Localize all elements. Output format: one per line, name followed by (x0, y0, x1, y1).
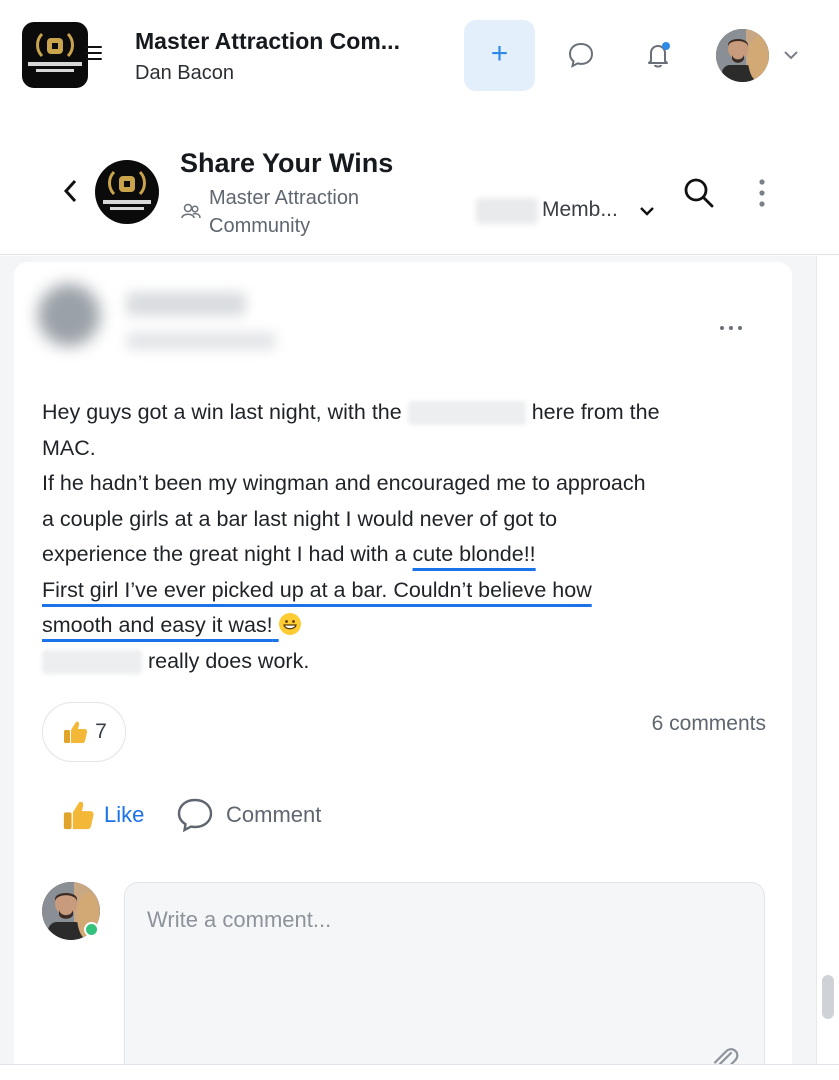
user-name: Dan Bacon (135, 62, 234, 84)
create-button[interactable]: + (464, 20, 535, 91)
community-title[interactable]: Master Attraction Com... (135, 28, 400, 55)
post-text: MAC. (42, 435, 96, 460)
chat-bubble-icon (568, 42, 594, 68)
notifications-button[interactable] (638, 35, 678, 75)
reaction-count: 7 (95, 720, 107, 743)
comment-icon (177, 798, 213, 833)
bottom-edge (0, 1064, 839, 1080)
post-card: Hey guys got a win last night, with the … (14, 262, 792, 1080)
highlighted-text: First girl I’ve ever picked up at a bar.… (42, 577, 592, 602)
comment-button[interactable]: Comment (176, 797, 321, 833)
online-status-dot (84, 922, 99, 937)
user-avatar[interactable] (716, 29, 769, 82)
user-avatar (42, 882, 100, 940)
post-text: here from the (531, 400, 660, 424)
top-bar: Master Attraction Com... Dan Bacon + (0, 0, 839, 110)
grinning-emoji-icon (278, 613, 301, 635)
hamburger-icon[interactable] (84, 46, 102, 60)
like-label: Like (104, 802, 145, 827)
scrollbar-thumb[interactable] (822, 975, 834, 1019)
comment-label: Comment (226, 802, 322, 827)
author-name-redacted (126, 292, 246, 316)
horizontal-dots-icon[interactable] (720, 322, 752, 334)
chevron-left-icon[interactable] (58, 176, 84, 206)
comment-input[interactable]: Write a comment... (124, 882, 765, 1080)
community-link[interactable]: Master Attraction Community (209, 184, 409, 240)
profile-menu-chevron-down-icon[interactable] (780, 44, 802, 66)
comments-count[interactable]: 6 comments (614, 712, 766, 736)
comment-placeholder: Write a comment... (147, 907, 332, 932)
vertical-dots-icon[interactable] (752, 176, 772, 210)
group-header: Share Your Wins Master Attraction Commun… (0, 110, 839, 255)
feed: Hey guys got a win last night, with the … (0, 256, 839, 1080)
reaction-summary[interactable]: 7 (42, 702, 126, 762)
bell-icon (648, 42, 670, 68)
highlighted-text: smooth and easy it was! (42, 613, 273, 637)
community-logo[interactable] (22, 22, 88, 88)
highlighted-text: cute blonde!! (412, 542, 536, 566)
redacted-text (42, 649, 142, 674)
laurel-logo-icon (28, 32, 82, 72)
post-body: Hey guys got a win last night, with the … (42, 395, 772, 679)
post-text: really does work. (147, 648, 310, 673)
profile-photo (716, 29, 769, 82)
laurel-logo-icon (103, 170, 151, 210)
scrollbar-track[interactable] (816, 256, 839, 1080)
search-icon[interactable] (682, 176, 716, 210)
post-text: experience the great night I had with a (42, 542, 407, 566)
post-text: If he hadn’t been my wingman and encoura… (42, 471, 646, 495)
thumbs-up-icon (63, 801, 94, 830)
redacted-text (476, 198, 538, 224)
post-meta-redacted (126, 332, 276, 350)
redacted-text (407, 401, 526, 426)
members-chevron-down-icon[interactable] (636, 200, 658, 222)
like-button[interactable]: Like (60, 797, 144, 833)
post-text: Hey guys got a win last night, with the (42, 400, 402, 424)
plus-icon: + (490, 37, 509, 70)
community-icon (180, 202, 202, 220)
thumbs-up-icon (64, 721, 88, 743)
post-text: a couple girls at a bar last night I wou… (42, 506, 558, 531)
author-avatar[interactable] (38, 284, 100, 346)
group-title: Share Your Wins (180, 148, 394, 178)
chat-button[interactable] (561, 35, 601, 75)
group-logo (95, 160, 159, 224)
members-dropdown[interactable]: Memb... (542, 198, 618, 222)
